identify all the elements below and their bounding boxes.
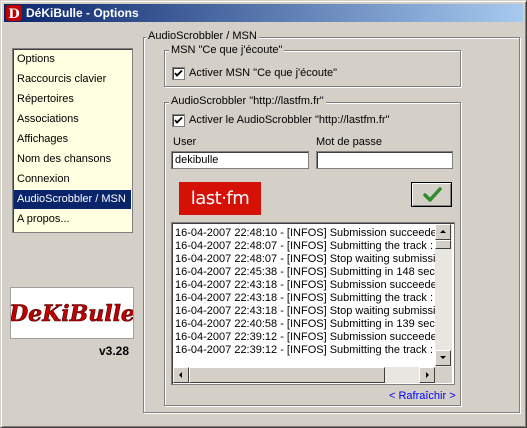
options-window: D DéKiBulle - Options Options Raccourcis…	[0, 0, 527, 428]
version-label: v3.28	[99, 344, 130, 358]
validate-button[interactable]	[411, 182, 452, 207]
log-line: 16-04-2007 22:39:12 - [INFOS] Submission…	[175, 331, 443, 343]
msn-enable-checkbox[interactable]	[172, 67, 185, 80]
arrow-up-icon	[440, 230, 446, 233]
nav-item-display[interactable]: Affichages	[14, 130, 131, 149]
dekibulle-logo: DeKiBulle	[8, 287, 135, 339]
arrow-left-icon	[179, 372, 182, 378]
log-line: 16-04-2007 22:48:07 - [INFOS] Submitting…	[175, 240, 445, 252]
log-line: 16-04-2007 22:43:18 - [INFOS] Submitting…	[175, 292, 445, 304]
log-line: 16-04-2007 22:40:58 - [INFOS] Submitting…	[175, 318, 445, 330]
user-input[interactable]	[171, 151, 309, 169]
dekibulle-logo-graphic: DeKiBulle	[8, 301, 135, 328]
app-icon: D	[6, 5, 22, 21]
user-label: User	[173, 136, 197, 148]
scroll-up-button[interactable]	[435, 224, 451, 240]
log-line: 16-04-2007 22:43:18 - [INFOS] Submission…	[175, 279, 443, 291]
vertical-scroll-thumb[interactable]	[435, 240, 451, 249]
nav-item-about[interactable]: A propos...	[14, 210, 131, 229]
log-line: 16-04-2007 22:43:18 - [INFOS] Stop waiti…	[175, 305, 448, 317]
lastfm-logo: last·fm	[179, 182, 261, 215]
scrobbler-log-list[interactable]: 16-04-2007 22:48:10 - [INFOS] Submission…	[171, 222, 455, 385]
log-horizontal-scrollbar[interactable]	[173, 367, 435, 383]
green-checkmark-icon	[423, 187, 442, 202]
scroll-corner	[435, 367, 452, 383]
nav-item-options[interactable]: Options	[14, 50, 131, 69]
log-vertical-scrollbar[interactable]	[435, 224, 452, 367]
audioscrobbler-enable-label[interactable]: Activer le AudioScrobbler "http://lastfm…	[189, 114, 389, 127]
refresh-link[interactable]: < Rafraîchir >	[389, 390, 456, 402]
msn-group-title: MSN "Ce que j'écoute"	[169, 44, 285, 57]
log-line: 16-04-2007 22:48:07 - [INFOS] Stop waiti…	[175, 253, 448, 265]
audioscrobbler-enable-checkbox[interactable]	[172, 114, 185, 127]
scroll-right-button[interactable]	[419, 367, 435, 383]
nav-item-song-names[interactable]: Nom des chansons	[14, 150, 131, 169]
window-title: DéKiBulle - Options	[26, 6, 139, 20]
password-input[interactable]	[316, 151, 453, 169]
audioscrobbler-group-title: AudioScrobbler "http://lastfm.fr"	[169, 95, 326, 108]
nav-item-directories[interactable]: Répertoires	[14, 90, 131, 109]
password-label: Mot de passe	[316, 136, 383, 148]
nav-item-shortcuts[interactable]: Raccourcis clavier	[14, 70, 131, 89]
nav-item-connection[interactable]: Connexion	[14, 170, 131, 189]
scroll-left-button[interactable]	[173, 367, 189, 383]
horizontal-scroll-thumb[interactable]	[189, 367, 385, 383]
arrow-down-icon	[440, 356, 446, 359]
arrow-right-icon	[426, 372, 429, 378]
nav-item-associations[interactable]: Associations	[14, 110, 131, 129]
log-line: 16-04-2007 22:48:10 - [INFOS] Submission…	[175, 227, 443, 239]
options-nav-list[interactable]: Options Raccourcis clavier Répertoires A…	[12, 48, 133, 233]
svg-text:D: D	[8, 7, 19, 21]
log-line: 16-04-2007 22:45:38 - [INFOS] Submitting…	[175, 266, 445, 278]
log-line: 16-04-2007 22:39:12 - [INFOS] Submitting…	[175, 344, 445, 356]
main-group-title: AudioScrobbler / MSN	[146, 30, 259, 43]
scroll-down-button[interactable]	[435, 350, 451, 366]
checkmark-icon	[174, 69, 183, 77]
msn-enable-label[interactable]: Activer MSN "Ce que j'écoute"	[189, 67, 337, 80]
nav-item-audioscrobbler-msn[interactable]: AudioScrobbler / MSN	[14, 190, 131, 209]
logo-text: DeKiBulle	[11, 301, 133, 327]
checkmark-icon	[174, 116, 183, 124]
title-bar[interactable]: D DéKiBulle - Options	[4, 4, 523, 22]
